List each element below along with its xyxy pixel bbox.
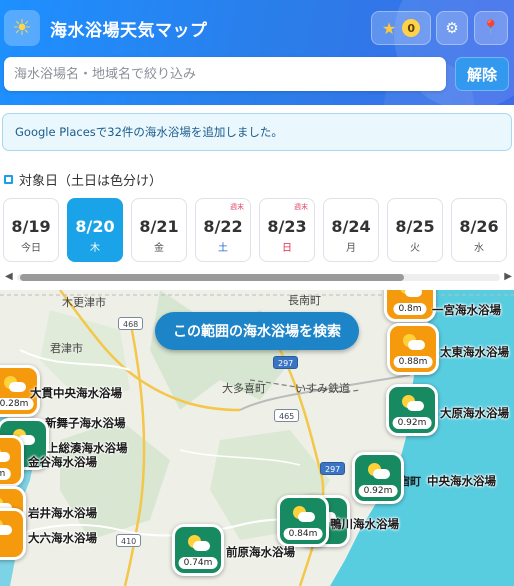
search-this-area-button[interactable]: この範囲の海水浴場を検索 (155, 312, 359, 350)
date-card-weekend[interactable]: 週末 8/23 日 (259, 198, 315, 262)
beach-label: 中央海水浴場 (427, 474, 496, 488)
settings-button[interactable]: ⚙ (436, 11, 468, 45)
beach-marker[interactable] (0, 508, 26, 560)
date-card-weekend[interactable]: 週末 8/22 土 (195, 198, 251, 262)
date-number: 8/26 (459, 217, 499, 236)
partly-cloudy-icon (400, 395, 424, 413)
wave-height: 0.28m (0, 398, 34, 410)
road-shield: 465 (274, 409, 300, 422)
day-of-week: 金 (154, 243, 164, 254)
date-number: 8/22 (203, 217, 243, 236)
partly-cloudy-icon (0, 446, 10, 464)
beach-marker[interactable]: 0.84m (277, 495, 329, 547)
partly-cloudy-icon (186, 535, 210, 553)
day-of-week: 水 (474, 243, 484, 254)
place-label: 長南町 (288, 294, 321, 307)
date-card[interactable]: 8/26 水 (451, 198, 507, 262)
partly-cloudy-icon (2, 376, 26, 394)
star-icon: ★ (381, 18, 397, 38)
app-header: ☀ 海水浴場天気マップ ★ 0 ⚙ 📍 解除 (0, 0, 514, 105)
beach-marker[interactable]: 0.88m (387, 323, 439, 375)
place-label: 君津市 (50, 342, 83, 355)
beach-marker[interactable]: 0.92m (352, 452, 404, 504)
road-shield: 468 (118, 317, 144, 330)
sun-icon: ☀ (4, 10, 40, 46)
wave-height: 4m (0, 468, 11, 480)
beach-label: 一宮海水浴場 (432, 303, 501, 317)
partly-cloudy-icon (401, 334, 425, 352)
date-card[interactable]: 8/21 金 (131, 198, 187, 262)
beach-marker[interactable]: 4m (0, 435, 24, 487)
weekend-tag: 週末 (294, 203, 308, 211)
scrollbar-thumb[interactable] (20, 274, 404, 281)
partly-cloudy-icon (0, 519, 12, 537)
place-label: いすみ鉄道 (295, 382, 350, 395)
partly-cloudy-icon (398, 290, 422, 299)
scroll-left-icon[interactable]: ◀ (5, 271, 13, 282)
date-selector: 8/19 今日 8/20 木 8/21 金 週末 8/22 土 週末 8/23 … (3, 198, 514, 262)
road-shield: 297 (320, 462, 346, 475)
wave-height: 0.8m (393, 303, 427, 315)
date-number: 8/20 (75, 217, 115, 236)
favorites-count-badge: 0 (402, 19, 421, 37)
date-card-selected[interactable]: 8/20 木 (67, 198, 123, 262)
location-pin-icon: 📍 (482, 20, 500, 36)
calendar-icon (4, 175, 13, 184)
date-selector-label: 対象日（土日は色分け） (19, 174, 163, 189)
app-root: ☀ 海水浴場天気マップ ★ 0 ⚙ 📍 解除 Google Placesで32件… (0, 0, 514, 586)
wave-height: 0.74m (178, 557, 218, 569)
date-number: 8/19 (11, 217, 51, 236)
date-number: 8/25 (395, 217, 435, 236)
beach-label: 大六海水浴場 (28, 531, 97, 545)
date-number: 8/21 (139, 217, 179, 236)
wave-height: 0.88m (393, 356, 433, 368)
beach-label: 鴨川海水浴場 (330, 517, 399, 531)
beach-label: 前原海水浴場 (226, 545, 295, 559)
favorites-button[interactable]: ★ 0 (371, 11, 431, 45)
place-label: 木更津市 (62, 296, 106, 309)
date-scrollbar[interactable]: ◀ ▶ (3, 270, 514, 284)
app-title: 海水浴場天気マップ (50, 21, 208, 41)
day-of-week: 日 (282, 243, 292, 254)
wave-height: 0.84m (283, 528, 323, 540)
beach-label: 新舞子海水浴場 (45, 416, 126, 430)
partly-cloudy-icon (366, 463, 390, 481)
weekend-tag: 週末 (230, 203, 244, 211)
day-of-week: 今日 (21, 243, 41, 254)
beach-marker[interactable]: 0.8m (384, 290, 436, 322)
date-card[interactable]: 8/19 今日 (3, 198, 59, 262)
scroll-right-icon[interactable]: ▶ (504, 271, 512, 282)
partly-cloudy-icon (291, 506, 315, 524)
beach-label: 太東海水浴場 (440, 345, 509, 359)
wave-height: 0.92m (358, 485, 398, 497)
day-of-week: 木 (90, 243, 100, 254)
day-of-week: 土 (218, 243, 228, 254)
beach-label: 金谷海水浴場 (28, 455, 97, 469)
beach-label: 岩井海水浴場 (28, 506, 97, 520)
beach-marker[interactable]: 0.92m (386, 384, 438, 436)
date-card[interactable]: 8/24 月 (323, 198, 379, 262)
date-number: 8/24 (331, 217, 371, 236)
wave-height: 0.92m (392, 417, 432, 429)
date-selector-heading: 対象日（土日は色分け） (4, 170, 162, 189)
date-card[interactable]: 8/25 火 (387, 198, 443, 262)
current-location-button[interactable]: 📍 (474, 11, 508, 45)
beach-label: 大貫中央海水浴場 (30, 386, 122, 400)
day-of-week: 月 (346, 243, 356, 254)
beach-label: 大原海水浴場 (440, 406, 509, 420)
clear-filter-button[interactable]: 解除 (455, 57, 509, 91)
road-shield: 297 (273, 356, 299, 369)
date-number: 8/23 (267, 217, 307, 236)
gear-icon: ⚙ (445, 19, 459, 37)
search-input[interactable] (4, 57, 446, 91)
beach-marker[interactable]: 0.74m (172, 524, 224, 576)
info-notice: Google Placesで32件の海水浴場を追加しました。 (2, 113, 512, 151)
road-shield: 410 (116, 534, 142, 547)
place-label: 大多喜町 (222, 382, 266, 395)
day-of-week: 火 (410, 243, 420, 254)
